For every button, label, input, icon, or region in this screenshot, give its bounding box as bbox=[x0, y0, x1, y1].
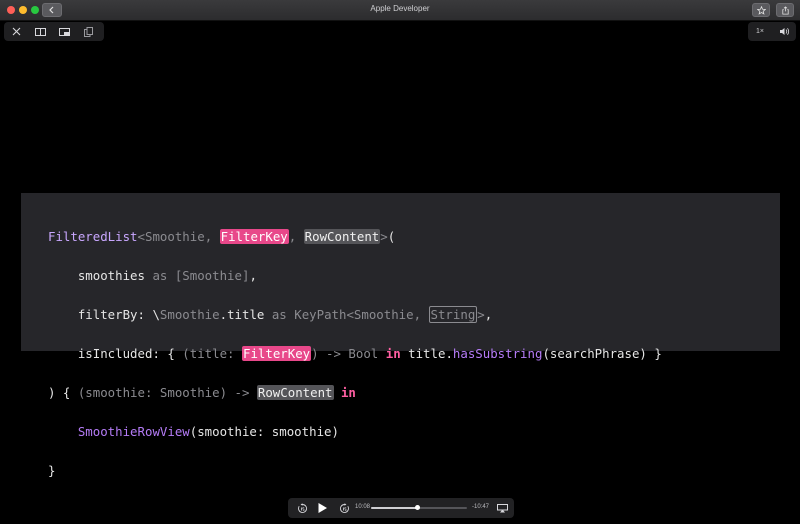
volume-button[interactable] bbox=[772, 22, 796, 41]
code-line-4: isIncluded: { (title: FilterKey) -> Bool… bbox=[48, 344, 662, 364]
keyword-token: in bbox=[385, 345, 401, 361]
code-token: SmoothieRowView bbox=[77, 423, 190, 439]
code-token: , bbox=[204, 228, 220, 244]
progress-scrubber[interactable] bbox=[371, 505, 467, 510]
skip-forward-15-icon bbox=[339, 502, 349, 513]
code-token: as bbox=[264, 306, 295, 322]
code-token: { bbox=[167, 345, 183, 361]
code-token: . bbox=[219, 306, 228, 322]
code-token: filterBy: bbox=[77, 306, 153, 322]
close-video-button[interactable] bbox=[4, 22, 28, 41]
code-token: [Smoothie] bbox=[174, 267, 250, 283]
code-slide: FilteredList<Smoothie, FilterKey, RowCon… bbox=[21, 193, 780, 478]
code-token: (smoothie: Smoothie) -> bbox=[77, 384, 257, 400]
play-icon bbox=[318, 503, 327, 513]
highlighted-token: FilterKey bbox=[219, 228, 289, 244]
code-token: (title: bbox=[182, 345, 242, 361]
code-token: hasSubstring bbox=[452, 345, 543, 361]
video-toolbar-right: 1× bbox=[748, 22, 796, 41]
speaker-icon bbox=[779, 27, 789, 36]
close-icon bbox=[12, 27, 20, 36]
code-token: > bbox=[380, 228, 388, 244]
code-token: < bbox=[137, 228, 145, 244]
picture-in-picture-button[interactable] bbox=[52, 22, 76, 41]
code-token: Smoothie bbox=[159, 306, 220, 322]
code-token: -> Bool bbox=[318, 345, 386, 361]
playback-rate-button[interactable]: 1× bbox=[748, 22, 772, 41]
code-token: (smoothie: smoothie) bbox=[189, 423, 339, 439]
code-token: FilteredList bbox=[48, 228, 138, 244]
code-block: FilteredList<Smoothie, FilterKey, RowCon… bbox=[48, 207, 662, 519]
highlighted-token: RowContent bbox=[303, 228, 381, 244]
progress-fill bbox=[371, 507, 418, 509]
airplay-button[interactable] bbox=[494, 500, 510, 516]
split-view-button[interactable] bbox=[28, 22, 52, 41]
code-line-6: SmoothieRowView(smoothie: smoothie) bbox=[48, 422, 662, 442]
copy-icon bbox=[83, 26, 93, 37]
playback-rate-label: 1× bbox=[756, 28, 764, 35]
skip-back-button[interactable] bbox=[294, 500, 310, 516]
share-button[interactable] bbox=[776, 3, 794, 17]
skip-back-15-icon bbox=[297, 502, 307, 513]
code-token: title bbox=[227, 306, 265, 322]
code-token: title bbox=[408, 345, 446, 361]
code-token: smoothies bbox=[77, 267, 145, 283]
playback-bar: 10:08 -10:47 bbox=[288, 498, 514, 518]
code-token: \ bbox=[152, 306, 160, 322]
code-token: . bbox=[445, 345, 453, 361]
code-token: as bbox=[144, 267, 175, 283]
highlighted-token: String bbox=[428, 305, 478, 323]
play-button[interactable] bbox=[314, 500, 330, 516]
split-view-icon bbox=[34, 27, 46, 36]
code-token: ( bbox=[387, 228, 396, 244]
copy-button[interactable] bbox=[76, 22, 100, 41]
progress-thumb[interactable] bbox=[415, 505, 421, 510]
code-line-1: FilteredList<Smoothie, FilterKey, RowCon… bbox=[48, 227, 662, 247]
video-toolbar-left bbox=[4, 22, 104, 41]
code-token: ) { bbox=[48, 384, 78, 400]
picture-in-picture-icon bbox=[58, 27, 70, 36]
window-titlebar: Apple Developer bbox=[0, 0, 800, 21]
star-icon bbox=[756, 5, 766, 15]
code-token: ) bbox=[311, 345, 319, 361]
skip-forward-button[interactable] bbox=[336, 500, 352, 516]
highlighted-token: FilterKey bbox=[241, 345, 312, 361]
favorite-button[interactable] bbox=[752, 3, 770, 17]
share-icon bbox=[781, 5, 789, 15]
code-token: } bbox=[48, 462, 56, 478]
code-token: , bbox=[288, 228, 304, 244]
window-title: Apple Developer bbox=[370, 4, 430, 13]
code-token: , bbox=[484, 306, 493, 322]
code-line-7: } bbox=[48, 461, 662, 481]
airplay-icon bbox=[496, 503, 508, 512]
code-line-3: filterBy: \Smoothie.title as KeyPath<Smo… bbox=[48, 305, 662, 325]
code-token: KeyPath<Smoothie, bbox=[294, 306, 429, 322]
keyword-token: in bbox=[340, 384, 356, 400]
code-token: > bbox=[477, 306, 485, 322]
code-token: isIncluded: bbox=[77, 345, 168, 361]
code-token: Smoothie bbox=[145, 228, 205, 244]
code-line-5: ) { (smoothie: Smoothie) -> RowContent i… bbox=[48, 383, 662, 403]
code-line-2: smoothies as [Smoothie], bbox=[48, 266, 662, 286]
elapsed-time: 10:08 bbox=[355, 504, 371, 510]
code-token: (searchPhrase) } bbox=[542, 345, 662, 361]
code-token: , bbox=[249, 267, 257, 283]
remaining-time: -10:47 bbox=[472, 504, 490, 510]
highlighted-token: RowContent bbox=[256, 384, 334, 400]
